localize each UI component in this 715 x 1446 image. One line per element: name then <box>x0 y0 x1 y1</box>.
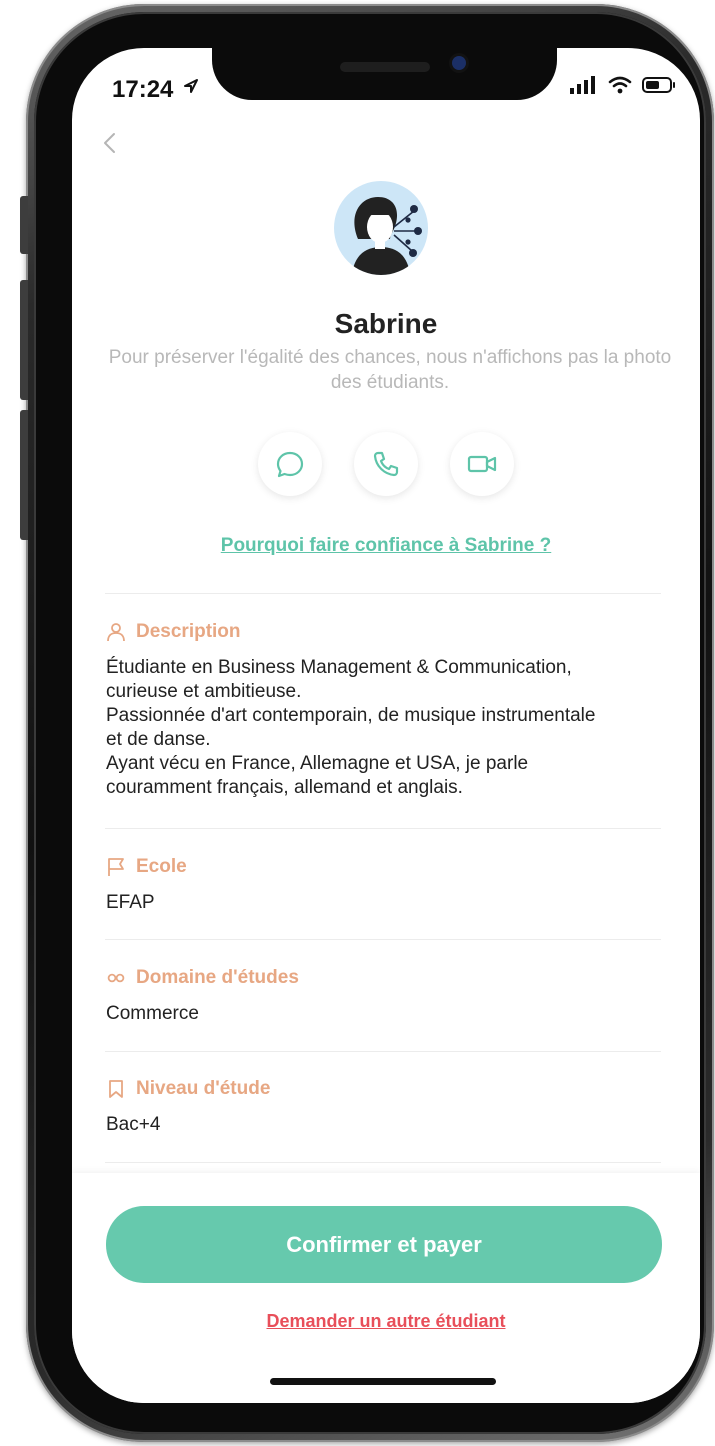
back-chevron-icon[interactable] <box>102 132 116 154</box>
app-screen: 17:24 Sabrine Pour préserver l'égalité d… <box>72 48 700 1403</box>
confirm-and-pay-button[interactable]: Confirmer et payer <box>106 1206 662 1283</box>
description-line: Passionnée d'art contemporain, de musiqu… <box>106 705 596 726</box>
trust-link[interactable]: Pourquoi faire confiance à Sabrine ? <box>72 535 700 557</box>
chat-button[interactable] <box>258 432 322 496</box>
student-name: Sabrine <box>334 308 438 339</box>
phone-icon <box>373 451 399 477</box>
wifi-icon <box>608 76 632 94</box>
divider <box>105 1162 661 1163</box>
description-line: Étudiante en Business Management & Commu… <box>106 657 572 678</box>
description-line: couramment français, allemand et anglais… <box>106 777 463 798</box>
section-description-title: Description <box>106 621 241 643</box>
description-line: curieuse et ambitieuse. <box>106 681 302 702</box>
device-notch <box>212 48 557 100</box>
section-title-label: Ecole <box>136 856 187 877</box>
section-title-label: Niveau d'étude <box>136 1078 271 1099</box>
student-avatar <box>334 181 428 275</box>
request-other-student-link[interactable]: Demander un autre étudiant <box>72 1311 700 1332</box>
home-indicator[interactable] <box>270 1378 496 1385</box>
photo-policy-note: Pour préserver l'égalité des chances, no… <box>108 347 672 393</box>
contact-actions <box>258 432 514 496</box>
status-indicators <box>570 76 676 94</box>
field-value: Commerce <box>106 1003 199 1024</box>
status-time: 17:24 <box>112 76 174 103</box>
section-level-title: Niveau d'étude <box>106 1078 270 1100</box>
section-field-title: Domaine d'études <box>106 967 299 989</box>
description-text: Étudiante en Business Management & Commu… <box>106 656 676 800</box>
description-line: et de danse. <box>106 729 211 750</box>
section-title-label: Description <box>136 621 241 642</box>
school-value: EFAP <box>106 892 155 913</box>
divider <box>105 1051 661 1052</box>
phone-volume-up <box>20 280 28 400</box>
phone-volume-down <box>20 410 28 540</box>
earpiece-speaker <box>340 62 430 72</box>
anonymous-student-illustration <box>352 197 422 275</box>
battery-icon <box>642 77 675 93</box>
video-camera-icon <box>467 455 497 473</box>
section-school-title: Ecole <box>106 856 187 878</box>
bookmark-icon <box>109 1080 123 1098</box>
video-call-button[interactable] <box>450 432 514 496</box>
divider <box>105 939 661 940</box>
section-title-label: Domaine d'études <box>136 967 299 988</box>
level-value: Bac+4 <box>106 1114 161 1135</box>
infinity-icon <box>107 973 125 983</box>
divider <box>105 593 661 594</box>
call-button[interactable] <box>354 432 418 496</box>
description-line: Ayant vécu en France, Allemagne et USA, … <box>106 753 529 774</box>
chat-bubble-icon <box>276 451 304 478</box>
signal-icon <box>570 76 595 94</box>
phone-mute-switch <box>20 196 28 254</box>
front-camera <box>452 56 466 70</box>
location-arrow-icon <box>184 79 198 93</box>
divider <box>105 828 661 829</box>
person-icon <box>107 623 125 642</box>
flag-icon <box>108 858 124 876</box>
